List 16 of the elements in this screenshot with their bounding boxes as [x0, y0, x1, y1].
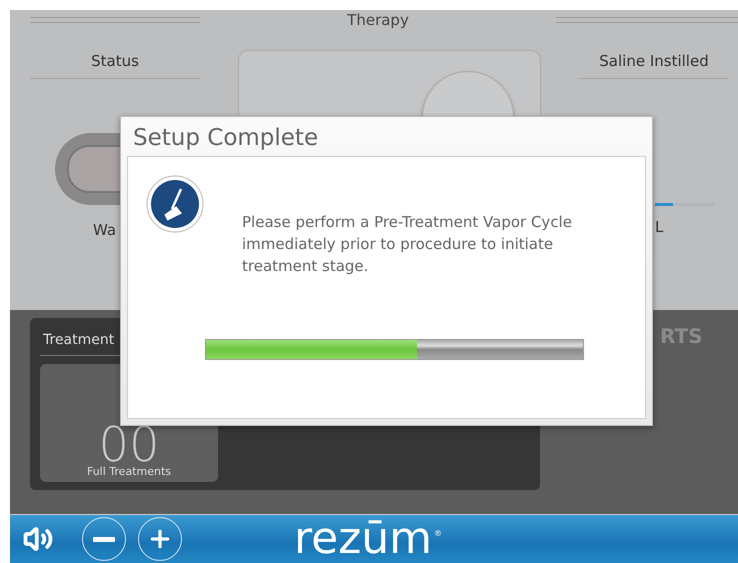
section-title: Therapy: [346, 11, 410, 29]
status-caption: Wa: [93, 221, 118, 239]
minus-button[interactable]: [82, 517, 126, 561]
count-label: Full Treatments: [86, 465, 171, 478]
logo-text: rezūm: [294, 517, 432, 561]
plus-button[interactable]: [138, 517, 182, 561]
volume-icon: [23, 524, 53, 554]
cleaning-tool-icon: [146, 175, 204, 233]
registered-mark: ®: [434, 529, 442, 538]
treatment-count: 00: [98, 425, 160, 465]
minus-icon: [93, 536, 115, 542]
saline-caption: L: [655, 218, 664, 236]
saline-label: Saline Instilled: [579, 30, 729, 79]
dialog-title: Setup Complete: [132, 124, 320, 153]
status-label: Status: [30, 30, 200, 79]
dialog-message: Please perform a Pre-Treatment Vapor Cycle immediately prior to procedure to initiate treatment stage.: [242, 212, 573, 277]
